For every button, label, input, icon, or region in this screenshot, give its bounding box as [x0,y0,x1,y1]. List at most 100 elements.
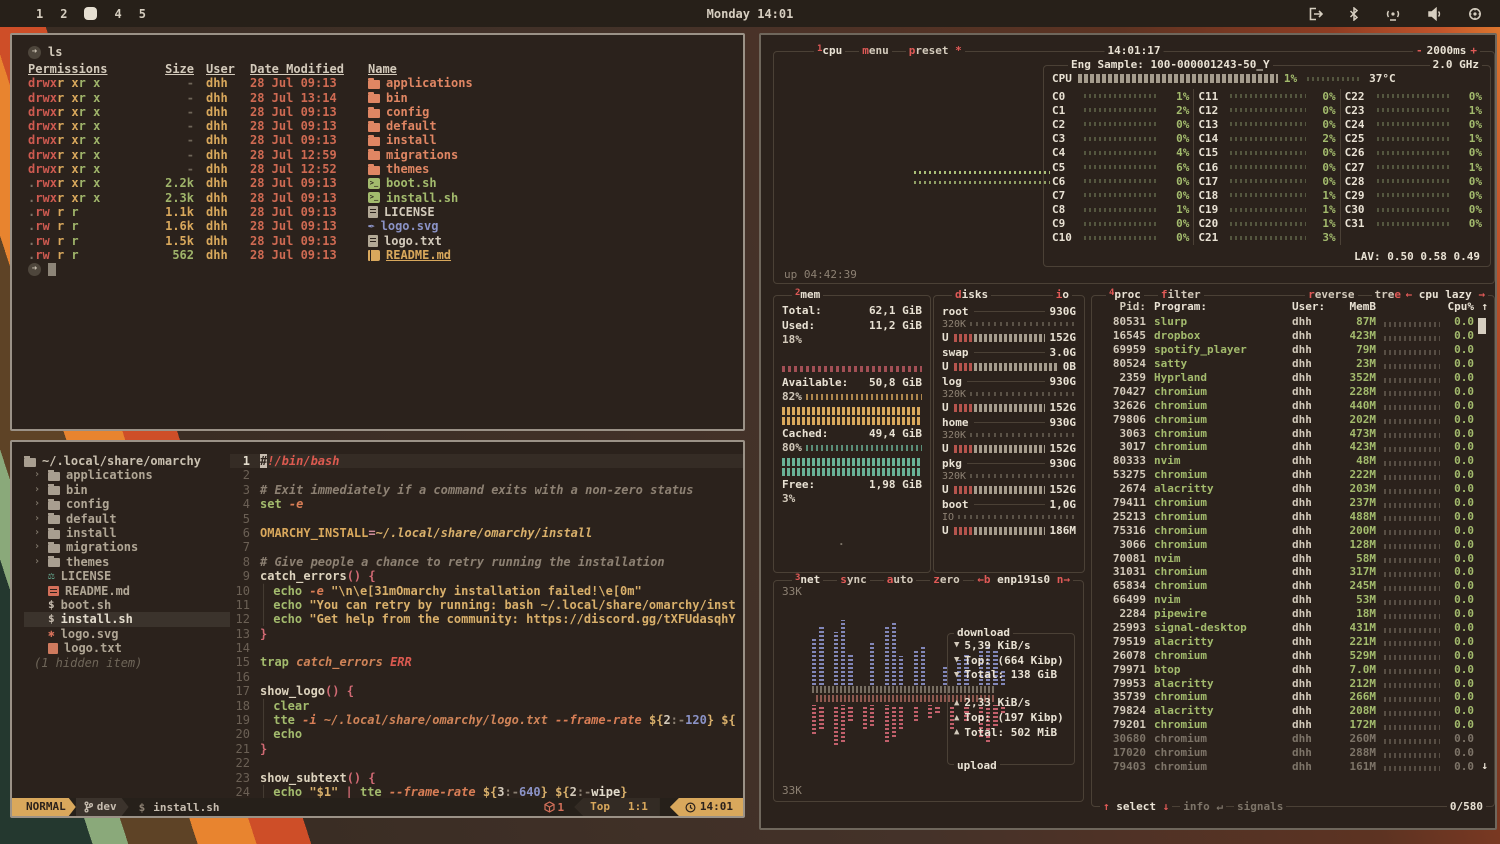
proc-row[interactable]: 69959spotify_playerdhh79M0.0 [1100,343,1488,357]
proc-row[interactable]: 79806chromiumdhh202M0.0 [1100,412,1488,426]
proc-row[interactable]: 79971btopdhh7.0M0.0 [1100,662,1488,676]
proc-row[interactable]: 32626chromiumdhh440M0.0 [1100,398,1488,412]
tree-item-bin[interactable]: ›bin [24,483,230,497]
top-bar: 1245 Monday 14:01 [0,0,1500,27]
code-line-1: 1#!/bin/bash [230,454,743,468]
rmd-icon [48,586,59,596]
workspace-5[interactable]: 5 [139,7,146,21]
tree-item-logo.txt[interactable]: logo.txt [24,641,230,655]
tree-item-README.md[interactable]: README.md [24,584,230,598]
tree-item-applications[interactable]: ›applications [24,468,230,482]
proc-row[interactable]: 3063chromiumdhh473M0.0 [1100,426,1488,440]
proc-reverse-button[interactable]: reverse [1305,288,1357,301]
terminal-window[interactable]: ➜lsPermissionsSizeUserDate ModifiedNamed… [10,33,745,431]
workspace-active[interactable] [84,7,97,20]
folder-file-icon [368,166,380,175]
workspace-2[interactable]: 2 [60,7,67,21]
proc-row[interactable]: 16545dropboxdhh423M0.0 [1100,329,1488,343]
settings-icon[interactable] [1468,7,1482,21]
volume-icon[interactable] [1427,7,1442,21]
net-zero-button[interactable]: zero [930,573,963,586]
tree-item-migrations[interactable]: ›migrations [24,540,230,554]
proc-row[interactable]: 80524sattydhh23M0.0 [1100,357,1488,371]
proc-row[interactable]: 79411chromiumdhh237M0.0 [1100,496,1488,510]
proc-row[interactable]: 35739chromiumdhh266M0.0 [1100,690,1488,704]
proc-row[interactable]: 79519alacrittydhh221M0.0 [1100,634,1488,648]
tree-item-install[interactable]: ›install [24,526,230,540]
proc-row[interactable]: 2284pipewiredhh18M0.0 [1100,607,1488,621]
tree-item-LICENSE[interactable]: ⚖LICENSE [24,569,230,583]
file-tree: ~/.local/share/omarchy›applications›bin›… [12,442,230,798]
net-sync-button[interactable]: sync [837,573,870,586]
folder-icon [48,530,60,539]
tree-item-config[interactable]: ›config [24,497,230,511]
menu-button[interactable]: menu [859,44,892,57]
proc-filter-button[interactable]: filter [1158,288,1204,301]
prompt-arrow-icon: ➜ [28,263,41,276]
tree-item-boot.sh[interactable]: $boot.sh [24,598,230,612]
proc-row[interactable]: 70427chromiumdhh228M0.0 [1100,384,1488,398]
mem-stat-Used: Used:11,2 GiB [782,319,922,334]
proc-row[interactable]: 75316chromiumdhh200M0.0 [1100,523,1488,537]
proc-row[interactable]: 26078chromiumdhh529M0.0 [1100,648,1488,662]
proc-row[interactable]: 53275chromiumdhh222M0.0 [1100,468,1488,482]
interval-control[interactable]: - 2000ms + [1413,44,1480,57]
proc-scrollbar[interactable] [1478,318,1486,334]
core-row-C14: C142% [1198,132,1335,146]
proc-row[interactable]: 66499nvimdhh53M0.0 [1100,593,1488,607]
net-interface[interactable]: ←b enp191s0 n→ [974,573,1073,586]
proc-row[interactable]: 30680chromiumdhh260M0.0 [1100,732,1488,746]
proc-row[interactable]: 65834chromiumdhh245M0.0 [1100,579,1488,593]
code-line-11: 11│echo "You can retry by running: bash … [230,598,743,612]
proc-sort-control[interactable]: ← cpu lazy → [1403,288,1488,301]
proc-row[interactable]: 80333nvimdhh48M0.0 [1100,454,1488,468]
net-auto-button[interactable]: auto [884,573,917,586]
btop-window[interactable]: 1cpu menu preset * 14:01:17 - 2000ms + u… [759,33,1497,830]
proc-row[interactable]: 25213chromiumdhh488M0.0 [1100,509,1488,523]
code-line-16: 16 [230,670,743,684]
chevron-right-icon: › [34,497,42,511]
proc-row[interactable]: 2359Hyprlanddhh352M0.0 [1100,371,1488,385]
editor-window[interactable]: ~/.local/share/omarchy›applications›bin›… [10,440,745,818]
tree-item-themes[interactable]: ›themes [24,555,230,569]
chevron-right-icon: › [34,526,42,540]
preset-button[interactable]: preset * [906,44,965,57]
proc-row[interactable]: 79403chromiumdhh161M0.0 [1100,760,1488,774]
tree-item-default[interactable]: ›default [24,512,230,526]
proc-row[interactable]: 79201chromiumdhh172M0.0 [1100,718,1488,732]
tree-item-logo.svg[interactable]: ✱logo.svg [24,627,230,641]
proc-row[interactable]: 31031chromiumdhh317M0.0 [1100,565,1488,579]
mem-stat-Available: Available:50,8 GiB [782,376,922,391]
hidden-items-note: (1 hidden item) [24,656,230,670]
proc-row[interactable]: 17020chromiumdhh288M0.0 [1100,746,1488,760]
io-mode-button[interactable]: io [1053,288,1072,301]
core-row-C25: C251% [1345,132,1482,146]
net-stats-box: download ▼5,39 KiB/s ▼Top: (664 Kibp) ▼T… [947,633,1075,765]
proc-row[interactable]: 3017chromiumdhh423M0.0 [1100,440,1488,454]
proc-row[interactable]: 80531slurpdhh87M0.0 [1100,315,1488,329]
cpu-panel: 1cpu menu preset * 14:01:17 - 2000ms + u… [773,51,1495,284]
chevron-right-icon: › [34,555,42,569]
tree-root[interactable]: ~/.local/share/omarchy [24,454,230,468]
tree-item-install.sh[interactable]: $install.sh [24,612,230,626]
proc-row[interactable]: 79953alacrittydhh212M0.0 [1100,676,1488,690]
logout-icon[interactable] [1308,7,1323,21]
proc-row[interactable]: 79824alacrittydhh208M0.0 [1100,704,1488,718]
proc-row[interactable]: 70081nvimdhh58M0.0 [1100,551,1488,565]
proc-row[interactable]: 2674alacrittydhh203M0.0 [1100,482,1488,496]
ls-row: drwxr xr x-dhh28 Jul 12:59migrations [28,148,727,162]
code-line-19: 19│tte -i ~/.local/share/omarchy/logo.tx… [230,713,743,727]
core-row-C23: C231% [1345,103,1482,117]
workspace-1[interactable]: 1 [36,7,43,21]
sh-icon: $ [48,612,55,626]
workspace-4[interactable]: 4 [114,7,121,21]
code-editor[interactable]: 1#!/bin/bash23# Exit immediately if a co… [230,442,743,798]
proc-row[interactable]: 25993signal-desktopdhh431M0.0 [1100,621,1488,635]
network-icon[interactable] [1385,7,1401,21]
proc-panel: 4proc filter reverse tree ← cpu lazy → P… [1091,295,1495,807]
proc-tree-button[interactable]: tree [1372,288,1405,301]
proc-row[interactable]: 3066chromiumdhh128M0.0 [1100,537,1488,551]
bluetooth-icon[interactable] [1349,7,1359,21]
git-branch-segment[interactable]: dev [76,798,129,816]
ls-row: drwxr xr x-dhh28 Jul 09:13applications [28,76,727,90]
